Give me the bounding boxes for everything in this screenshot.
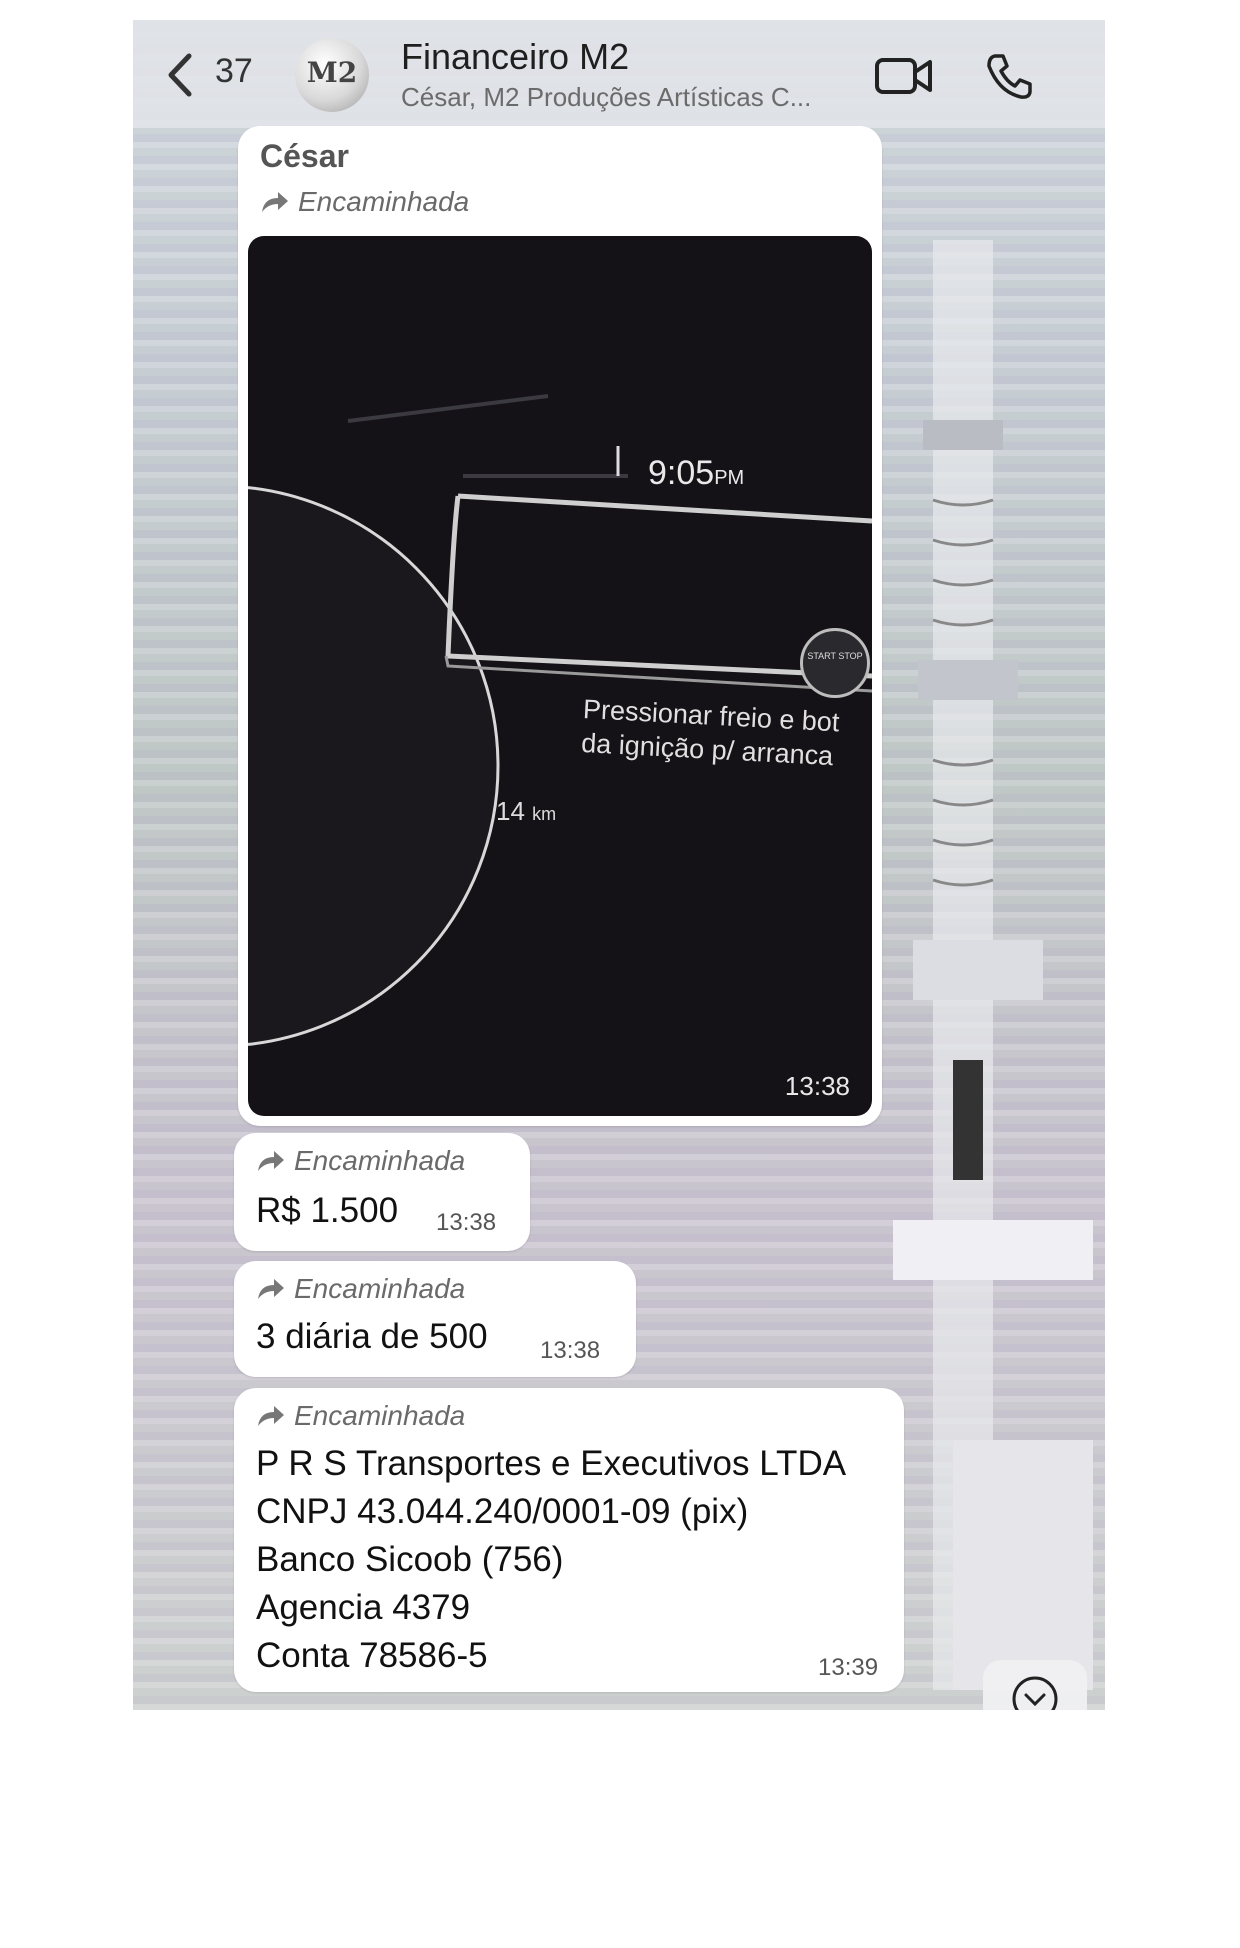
sender-name: César (260, 138, 349, 174)
forwarded-text: Encaminhada (294, 1400, 466, 1431)
message-bubble-bank-details[interactable]: Encaminhada P R S Transportes e Executiv… (234, 1388, 904, 1692)
message-text: 3 diária de 500 (256, 1317, 488, 1356)
dashboard-range: 14 km (496, 796, 556, 827)
wallpaper-tower-icon (893, 240, 1093, 1690)
dashboard-clock-time: 9:05 (648, 454, 715, 492)
dashboard-range-unit: km (532, 804, 557, 824)
message-timestamp: 13:38 (784, 1071, 850, 1101)
forwarded-text: Encaminhada (294, 1273, 466, 1304)
video-camera-icon[interactable] (875, 56, 933, 96)
unread-count[interactable]: 37 (215, 52, 253, 91)
photo-message-bubble[interactable]: César Encaminhada 9:05PM START STOP Pres… (238, 126, 882, 1126)
start-stop-text: START STOP (807, 651, 863, 661)
message-timestamp: 13:38 (540, 1337, 601, 1364)
dashboard-range-value: 14 (496, 796, 525, 826)
forwarded-label: Encaminhada (256, 1145, 465, 1177)
forward-arrow-icon (262, 192, 288, 212)
message-bubble-daily-rate[interactable]: Encaminhada 3 diária de 500 13:38 (234, 1261, 636, 1377)
avatar-text: M2 (306, 56, 358, 89)
message-bubble-amount[interactable]: Encaminhada R$ 1.500 13:38 (234, 1133, 530, 1251)
phone-icon[interactable] (985, 52, 1033, 100)
forwarded-text: Encaminhada (298, 186, 470, 217)
bank-line: Banco Sicoob (756) (256, 1540, 564, 1579)
start-stop-button-icon: START STOP (800, 628, 870, 698)
forwarded-label: Encaminhada (260, 186, 469, 218)
dashboard-message: Pressionar freio e bot da ignição p/ arr… (580, 692, 841, 773)
chevron-left-icon[interactable] (161, 50, 201, 100)
cnpj-line: CNPJ 43.044.240/0001-09 (pix) (256, 1492, 749, 1531)
dashboard-clock: 9:05PM (648, 454, 744, 493)
forward-arrow-icon (258, 1279, 284, 1299)
message-timestamp: 13:39 (818, 1654, 879, 1681)
group-avatar[interactable]: M2 (295, 38, 369, 112)
dashboard-photo[interactable]: 9:05PM START STOP Pressionar freio e bot… (248, 236, 872, 1116)
chat-participants[interactable]: César, M2 Produções Artísticas C... (401, 82, 811, 113)
forwarded-label: Encaminhada (256, 1273, 465, 1305)
dashboard-gauge-icon (248, 394, 872, 1046)
company-name: P R S Transportes e Executivos LTDA (256, 1444, 847, 1483)
agency-line: Agencia 4379 (256, 1588, 471, 1627)
forward-arrow-icon (258, 1406, 284, 1426)
account-line: Conta 78586-5 (256, 1636, 488, 1675)
forward-arrow-icon (258, 1151, 284, 1171)
chevron-down-icon (1012, 1676, 1058, 1710)
chat-header: 37 M2 Financeiro M2 César, M2 Produções … (133, 20, 1105, 128)
dashboard-clock-ampm: PM (714, 467, 745, 489)
forwarded-label: Encaminhada (256, 1400, 465, 1432)
scroll-down-button[interactable] (983, 1660, 1087, 1710)
chat-screen: 37 M2 Financeiro M2 César, M2 Produções … (133, 20, 1105, 1710)
forwarded-text: Encaminhada (294, 1145, 466, 1176)
chat-title[interactable]: Financeiro M2 (401, 36, 629, 78)
message-text: R$ 1.500 (256, 1191, 399, 1230)
message-timestamp: 13:38 (436, 1209, 497, 1236)
